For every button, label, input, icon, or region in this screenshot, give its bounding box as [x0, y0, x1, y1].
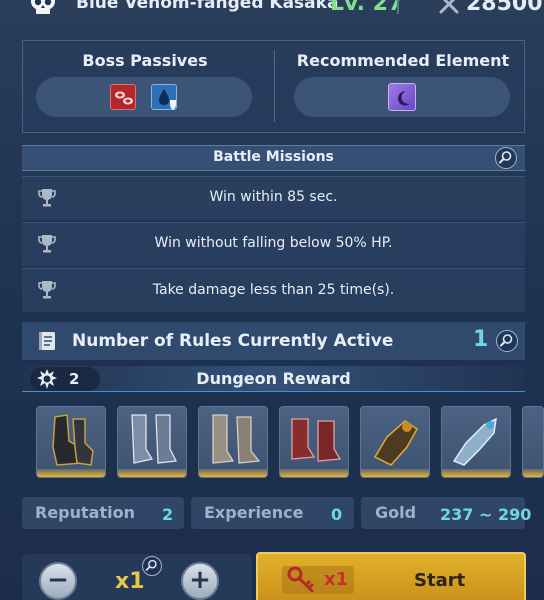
boss-passives-title: Boss Passives	[82, 51, 208, 70]
reward-item-crimson-boots[interactable]	[279, 406, 349, 478]
magnifier-icon	[145, 559, 157, 571]
boss-name: Blue Venom-fanged Kasaka	[76, 0, 339, 13]
header-divider	[397, 0, 399, 14]
rarity-glow	[523, 469, 543, 477]
mission-text: Take damage less than 25 time(s).	[152, 282, 395, 298]
rarity-glow	[280, 469, 348, 477]
crossed-swords-icon	[439, 0, 459, 14]
decrease-quantity-button[interactable]: −	[39, 562, 77, 600]
key-cost-quantity: x1	[324, 569, 349, 590]
rarity-glow	[118, 469, 186, 477]
active-rules-count: 1	[473, 327, 489, 352]
magnifier-icon	[499, 151, 512, 164]
reward-item-golden-gauntlet[interactable]	[360, 406, 430, 478]
experience-label: Experience	[204, 503, 304, 522]
bleed-passive-icon[interactable]	[110, 84, 136, 110]
rules-search-button[interactable]	[496, 330, 518, 352]
recommended-element-title: Recommended Element	[296, 51, 510, 70]
active-rules-label: Number of Rules Currently Active	[72, 331, 394, 351]
top-header: Blue Venom-fanged Kasaka Lv. 27 28500	[0, 0, 544, 20]
gold-value: 237 ~ 290	[440, 505, 532, 524]
magnifier-icon	[500, 334, 513, 347]
quantity-info-button[interactable]	[142, 556, 162, 576]
dark-moon-element-icon[interactable]	[388, 83, 416, 111]
missions-search-button[interactable]	[495, 147, 517, 169]
skull-icon	[31, 0, 55, 14]
reward-item-dark-gauntlet[interactable]	[36, 406, 106, 478]
reward-item-silver-greaves[interactable]	[117, 406, 187, 478]
entry-quantity: x1	[115, 569, 145, 594]
silver-greaves-icon	[131, 414, 177, 464]
rarity-glow	[361, 469, 429, 477]
gold-label: Gold	[375, 503, 417, 522]
combat-power: 28500	[466, 0, 543, 16]
mission-text: Win within 85 sec.	[209, 189, 338, 205]
crimson-boots-icon	[291, 418, 342, 462]
reward-item-iron-boots[interactable]	[198, 406, 268, 478]
iron-boots-icon	[212, 414, 261, 464]
rarity-glow	[199, 469, 267, 477]
start-button-label: Start	[414, 570, 466, 591]
increase-quantity-button[interactable]: +	[181, 562, 219, 600]
water-shield-passive-icon[interactable]	[151, 84, 177, 110]
key-icon	[287, 566, 314, 593]
boss-passives-slot	[36, 77, 252, 117]
reward-item-azure-vambrace[interactable]	[441, 406, 511, 478]
boss-level: Lv. 27	[330, 0, 404, 16]
reputation-value: 2	[162, 505, 174, 524]
rulebook-icon	[39, 332, 55, 350]
azure-vambrace-icon	[452, 417, 497, 466]
experience-value: 0	[331, 505, 343, 524]
reputation-label: Reputation	[35, 503, 135, 522]
panel-divider	[274, 50, 275, 122]
dark-gauntlet-icon	[52, 414, 94, 466]
rarity-glow	[37, 469, 105, 477]
reward-item-partial[interactable]	[522, 406, 544, 478]
mission-text: Win without falling below 50% HP.	[154, 235, 393, 251]
golden-gauntlet-icon	[373, 419, 419, 466]
battle-missions-title: Battle Missions	[213, 149, 334, 165]
dungeon-reward-title: Dungeon Reward	[196, 369, 351, 388]
rarity-glow	[442, 469, 510, 477]
